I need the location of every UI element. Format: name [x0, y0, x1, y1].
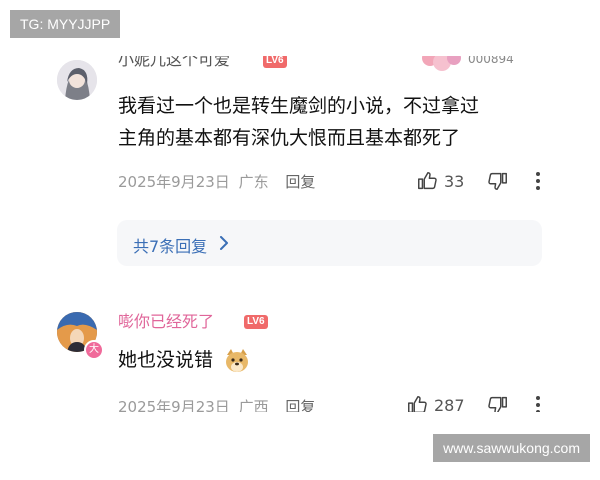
doge-emoji — [226, 348, 249, 372]
like-count: 33 — [444, 171, 465, 191]
verified-badge: 大 — [84, 340, 104, 360]
watermark-bottom: www.sawwukong.com — [433, 434, 590, 462]
thumb-up-icon — [418, 172, 437, 190]
level-badge: LV6 — [244, 315, 268, 329]
more-vertical-icon[interactable] — [530, 394, 546, 412]
username-row-clipped: 小妮儿这个可爱 LV6 000894 — [0, 56, 600, 78]
comment-meta: 2025年9月23日 广东 回复 — [118, 171, 315, 192]
comment-date: 2025年9月23日 — [118, 173, 230, 191]
thumb-down-icon[interactable] — [487, 170, 509, 192]
comment-date: 2025年9月23日 — [118, 398, 230, 412]
like-button[interactable]: 287 — [406, 394, 465, 412]
comment-text: 她也没说错 — [118, 344, 251, 376]
like-count: 287 — [434, 395, 465, 413]
thumb-up-icon — [408, 396, 427, 412]
more-vertical-icon[interactable] — [530, 170, 546, 192]
watermark-top: TG: MYYJJPP — [10, 10, 121, 38]
decoration-number: 000894 — [468, 56, 514, 66]
comment-meta: 2025年9月23日 广西 回复 — [118, 396, 315, 412]
view-replies-button[interactable]: 共7条回复 — [117, 220, 542, 266]
like-button[interactable]: 33 — [416, 170, 464, 192]
username[interactable]: 嘭你已经死了 — [118, 312, 214, 332]
comment-location: 广西 — [238, 398, 269, 412]
comment-text-line: 主角的基本都有深仇大恨而且基本都死了 — [118, 127, 461, 149]
replies-count-label: 共7条回复 — [133, 237, 208, 256]
reply-button[interactable]: 回复 — [285, 173, 315, 191]
comment-text-line: 她也没说错 — [118, 349, 214, 371]
comment-text: 我看过一个也是转生魔剑的小说，不过拿过 主角的基本都有深仇大恨而且基本都死了 — [118, 90, 479, 154]
username[interactable]: 小妮儿这个可爱 — [118, 56, 230, 70]
chevron-right-icon — [220, 236, 228, 250]
meta-row-clipped: 2025年9月23日 广西 回复 287 — [0, 392, 600, 412]
decoration-badge-icon — [422, 56, 461, 71]
level-badge: LV6 — [263, 56, 287, 68]
thumb-down-icon[interactable] — [487, 394, 509, 412]
comment-text-line: 我看过一个也是转生魔剑的小说，不过拿过 — [118, 95, 480, 117]
reply-button[interactable]: 回复 — [285, 398, 315, 412]
comment-location: 广东 — [238, 173, 269, 191]
